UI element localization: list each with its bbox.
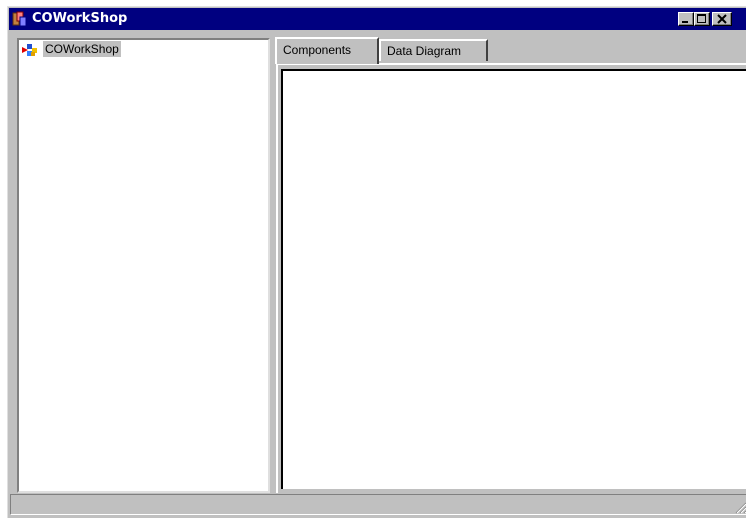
tab-data-diagram[interactable]: Data Diagram	[379, 39, 488, 61]
pane-splitter[interactable]	[270, 38, 275, 493]
app-icon[interactable]	[12, 11, 28, 27]
minimize-button[interactable]	[678, 12, 694, 26]
maximize-button[interactable]	[694, 12, 710, 26]
components-canvas[interactable]	[281, 69, 746, 489]
tree-view[interactable]: COWorkShop	[17, 38, 270, 493]
tab-components[interactable]: Components	[275, 37, 379, 64]
resize-grip-icon[interactable]	[733, 500, 746, 514]
window-title: COWorkShop	[32, 11, 128, 26]
status-bar	[10, 494, 746, 515]
tree-node-label[interactable]: COWorkShop	[43, 41, 121, 57]
close-button[interactable]	[712, 12, 732, 26]
title-bar[interactable]: COWorkShop	[9, 8, 746, 30]
workshop-icon	[21, 42, 39, 58]
maximize-icon	[697, 14, 706, 23]
main-window: COWorkShop COWorkShop Data Diagram Compo…	[7, 6, 746, 518]
close-icon	[717, 14, 727, 24]
minimize-icon	[682, 21, 688, 23]
tab-page	[276, 63, 746, 493]
